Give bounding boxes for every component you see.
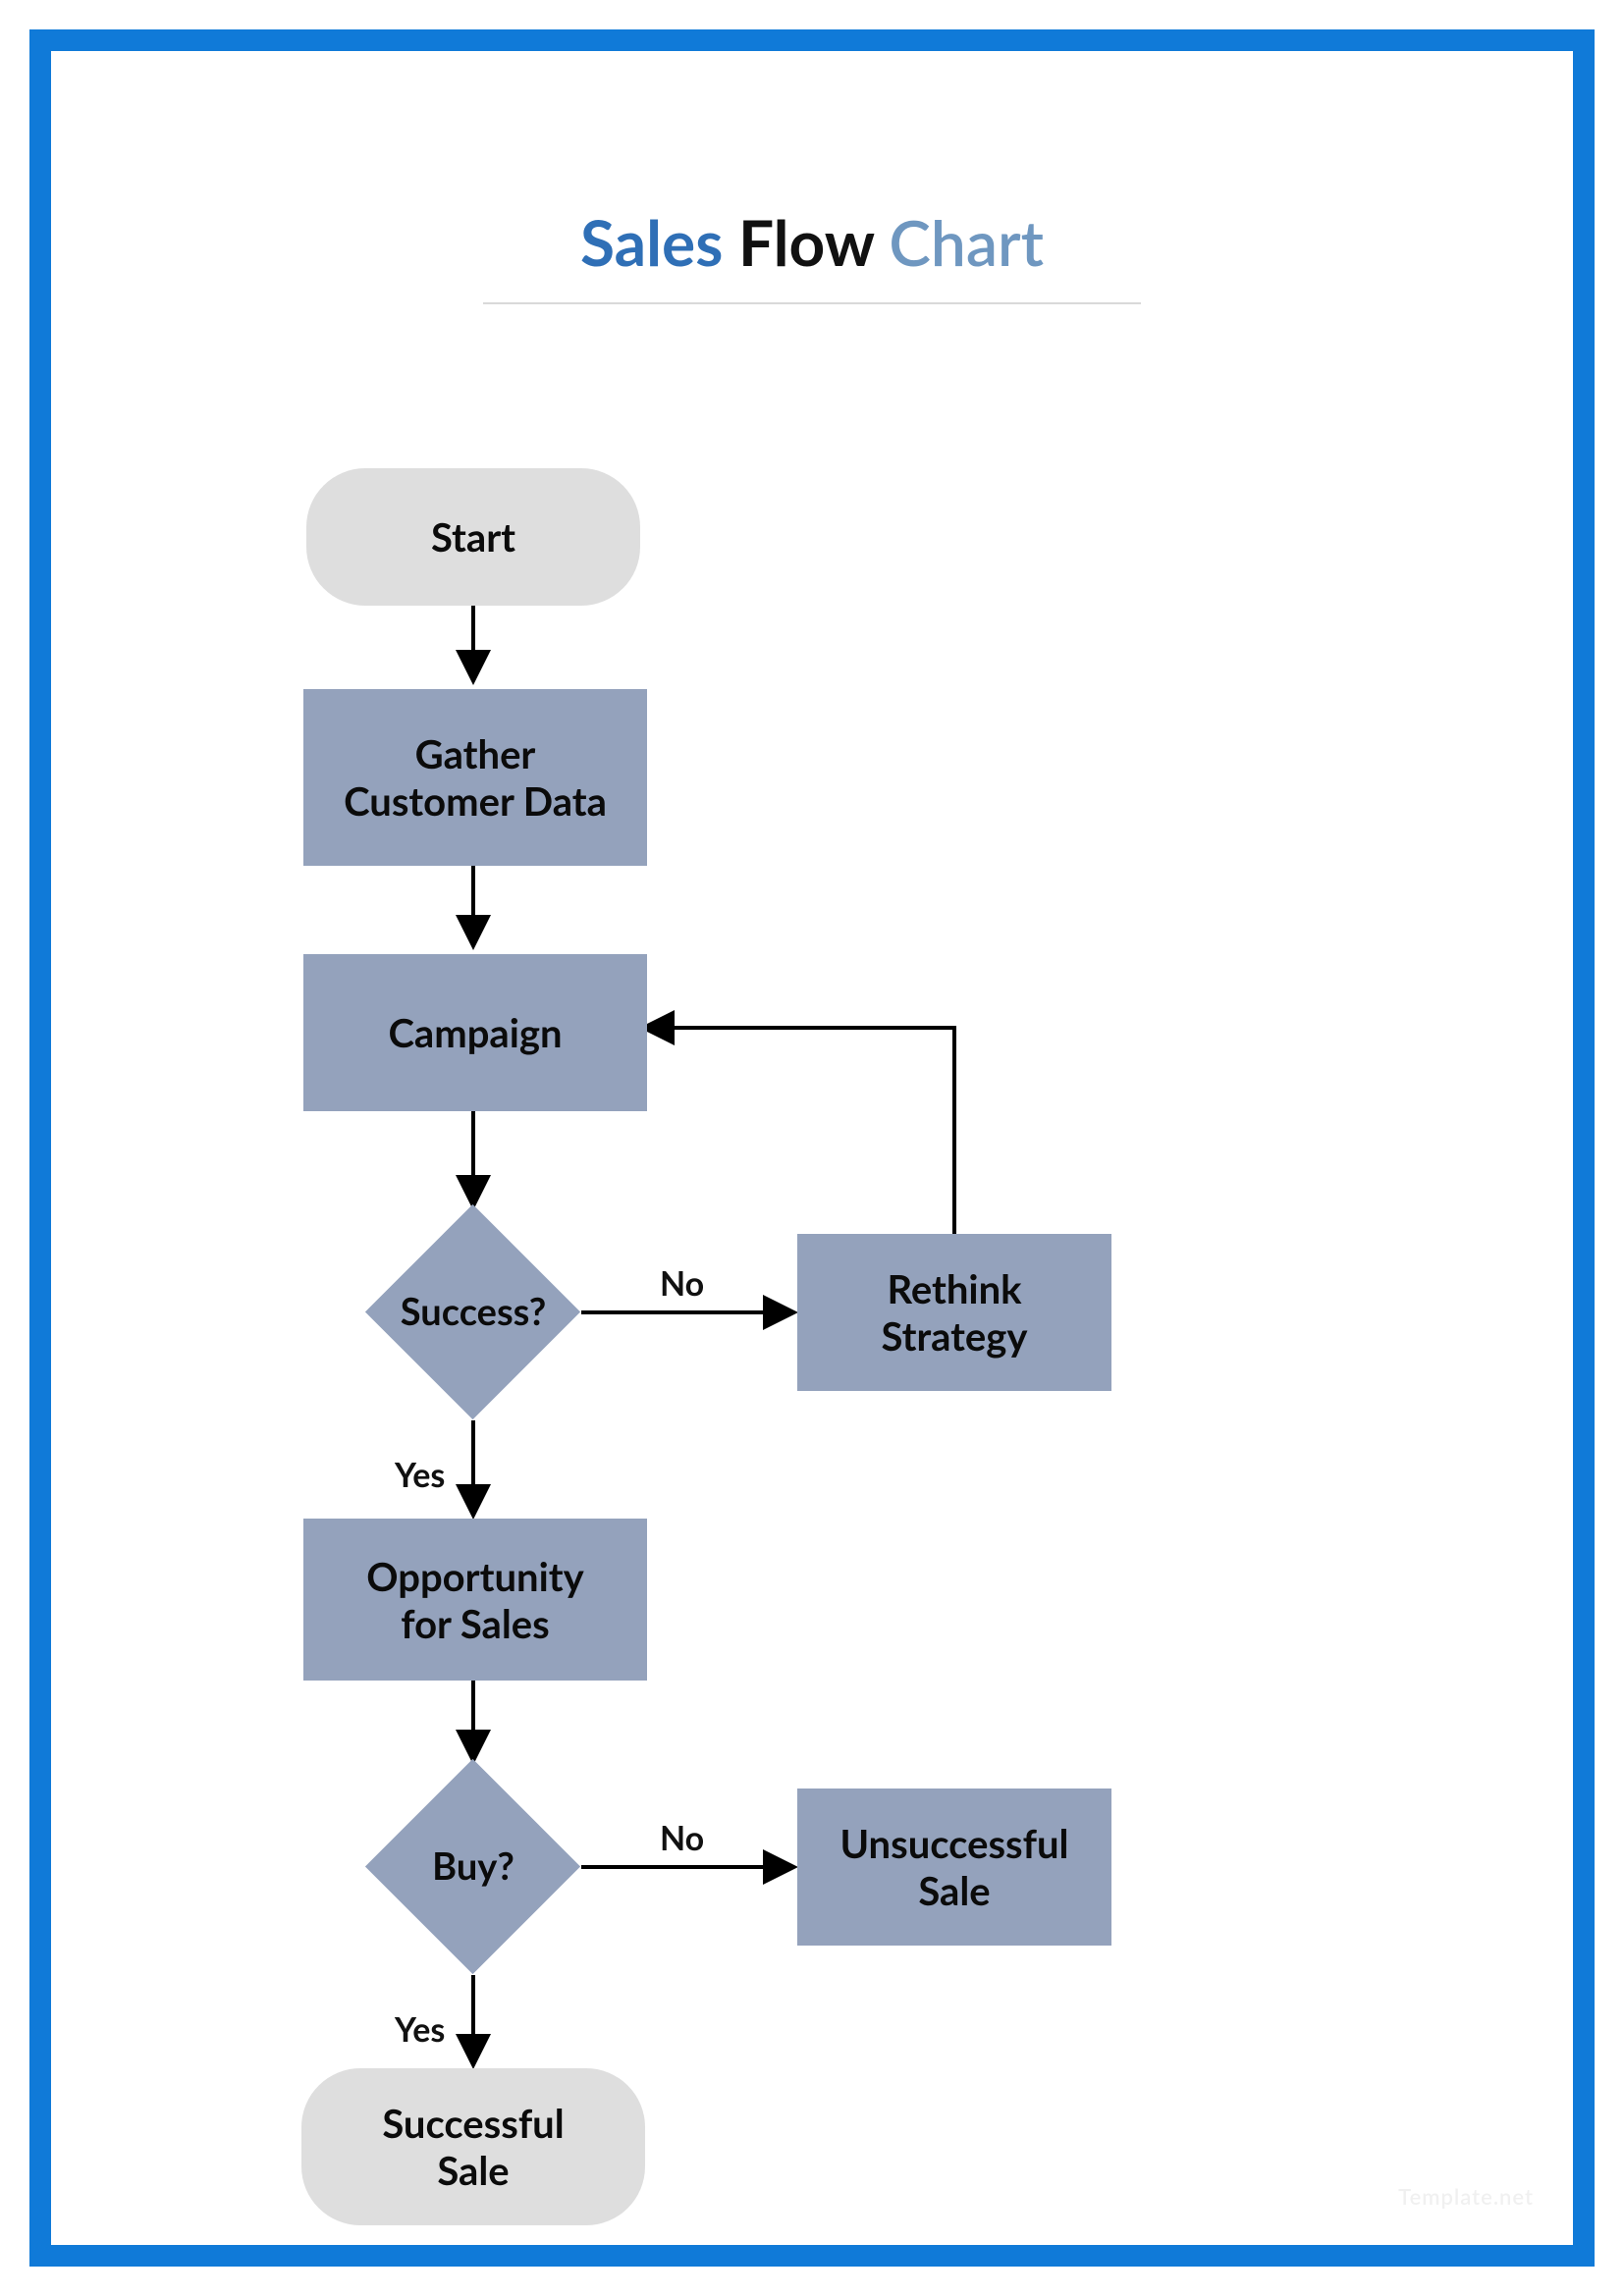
node-label: UnsuccessfulSale xyxy=(840,1820,1069,1914)
node-unsuccessful: UnsuccessfulSale xyxy=(797,1789,1111,1946)
page-border: Sales Flow Chart xyxy=(29,29,1595,2267)
node-start: Start xyxy=(306,468,640,606)
edge-label-success-yes: Yes xyxy=(395,1455,445,1495)
node-label: GatherCustomer Data xyxy=(344,730,607,825)
node-label: RethinkStrategy xyxy=(882,1265,1028,1360)
node-buy-decision: Buy? xyxy=(365,1759,581,1975)
node-label: Start xyxy=(431,513,515,561)
edge-label-buy-no: No xyxy=(660,1818,704,1858)
node-label: SuccessfulSale xyxy=(382,2100,564,2194)
node-rethink: RethinkStrategy xyxy=(797,1234,1111,1391)
node-label: Opportunityfor Sales xyxy=(366,1553,583,1647)
node-label: Campaign xyxy=(388,1009,562,1056)
node-gather: GatherCustomer Data xyxy=(303,689,647,866)
node-success-decision: Success? xyxy=(365,1204,581,1420)
node-label: Success? xyxy=(401,1290,546,1335)
node-opportunity: Opportunityfor Sales xyxy=(303,1519,647,1681)
node-campaign: Campaign xyxy=(303,954,647,1111)
node-label: Buy? xyxy=(432,1844,514,1890)
edge-label-buy-yes: Yes xyxy=(395,2009,445,2050)
edge-label-success-no: No xyxy=(660,1263,704,1304)
watermark: Template.net xyxy=(1398,2183,1534,2210)
flowchart-canvas: Start GatherCustomer Data Campaign Succe… xyxy=(51,51,1573,2245)
node-successful: SuccessfulSale xyxy=(301,2068,645,2225)
